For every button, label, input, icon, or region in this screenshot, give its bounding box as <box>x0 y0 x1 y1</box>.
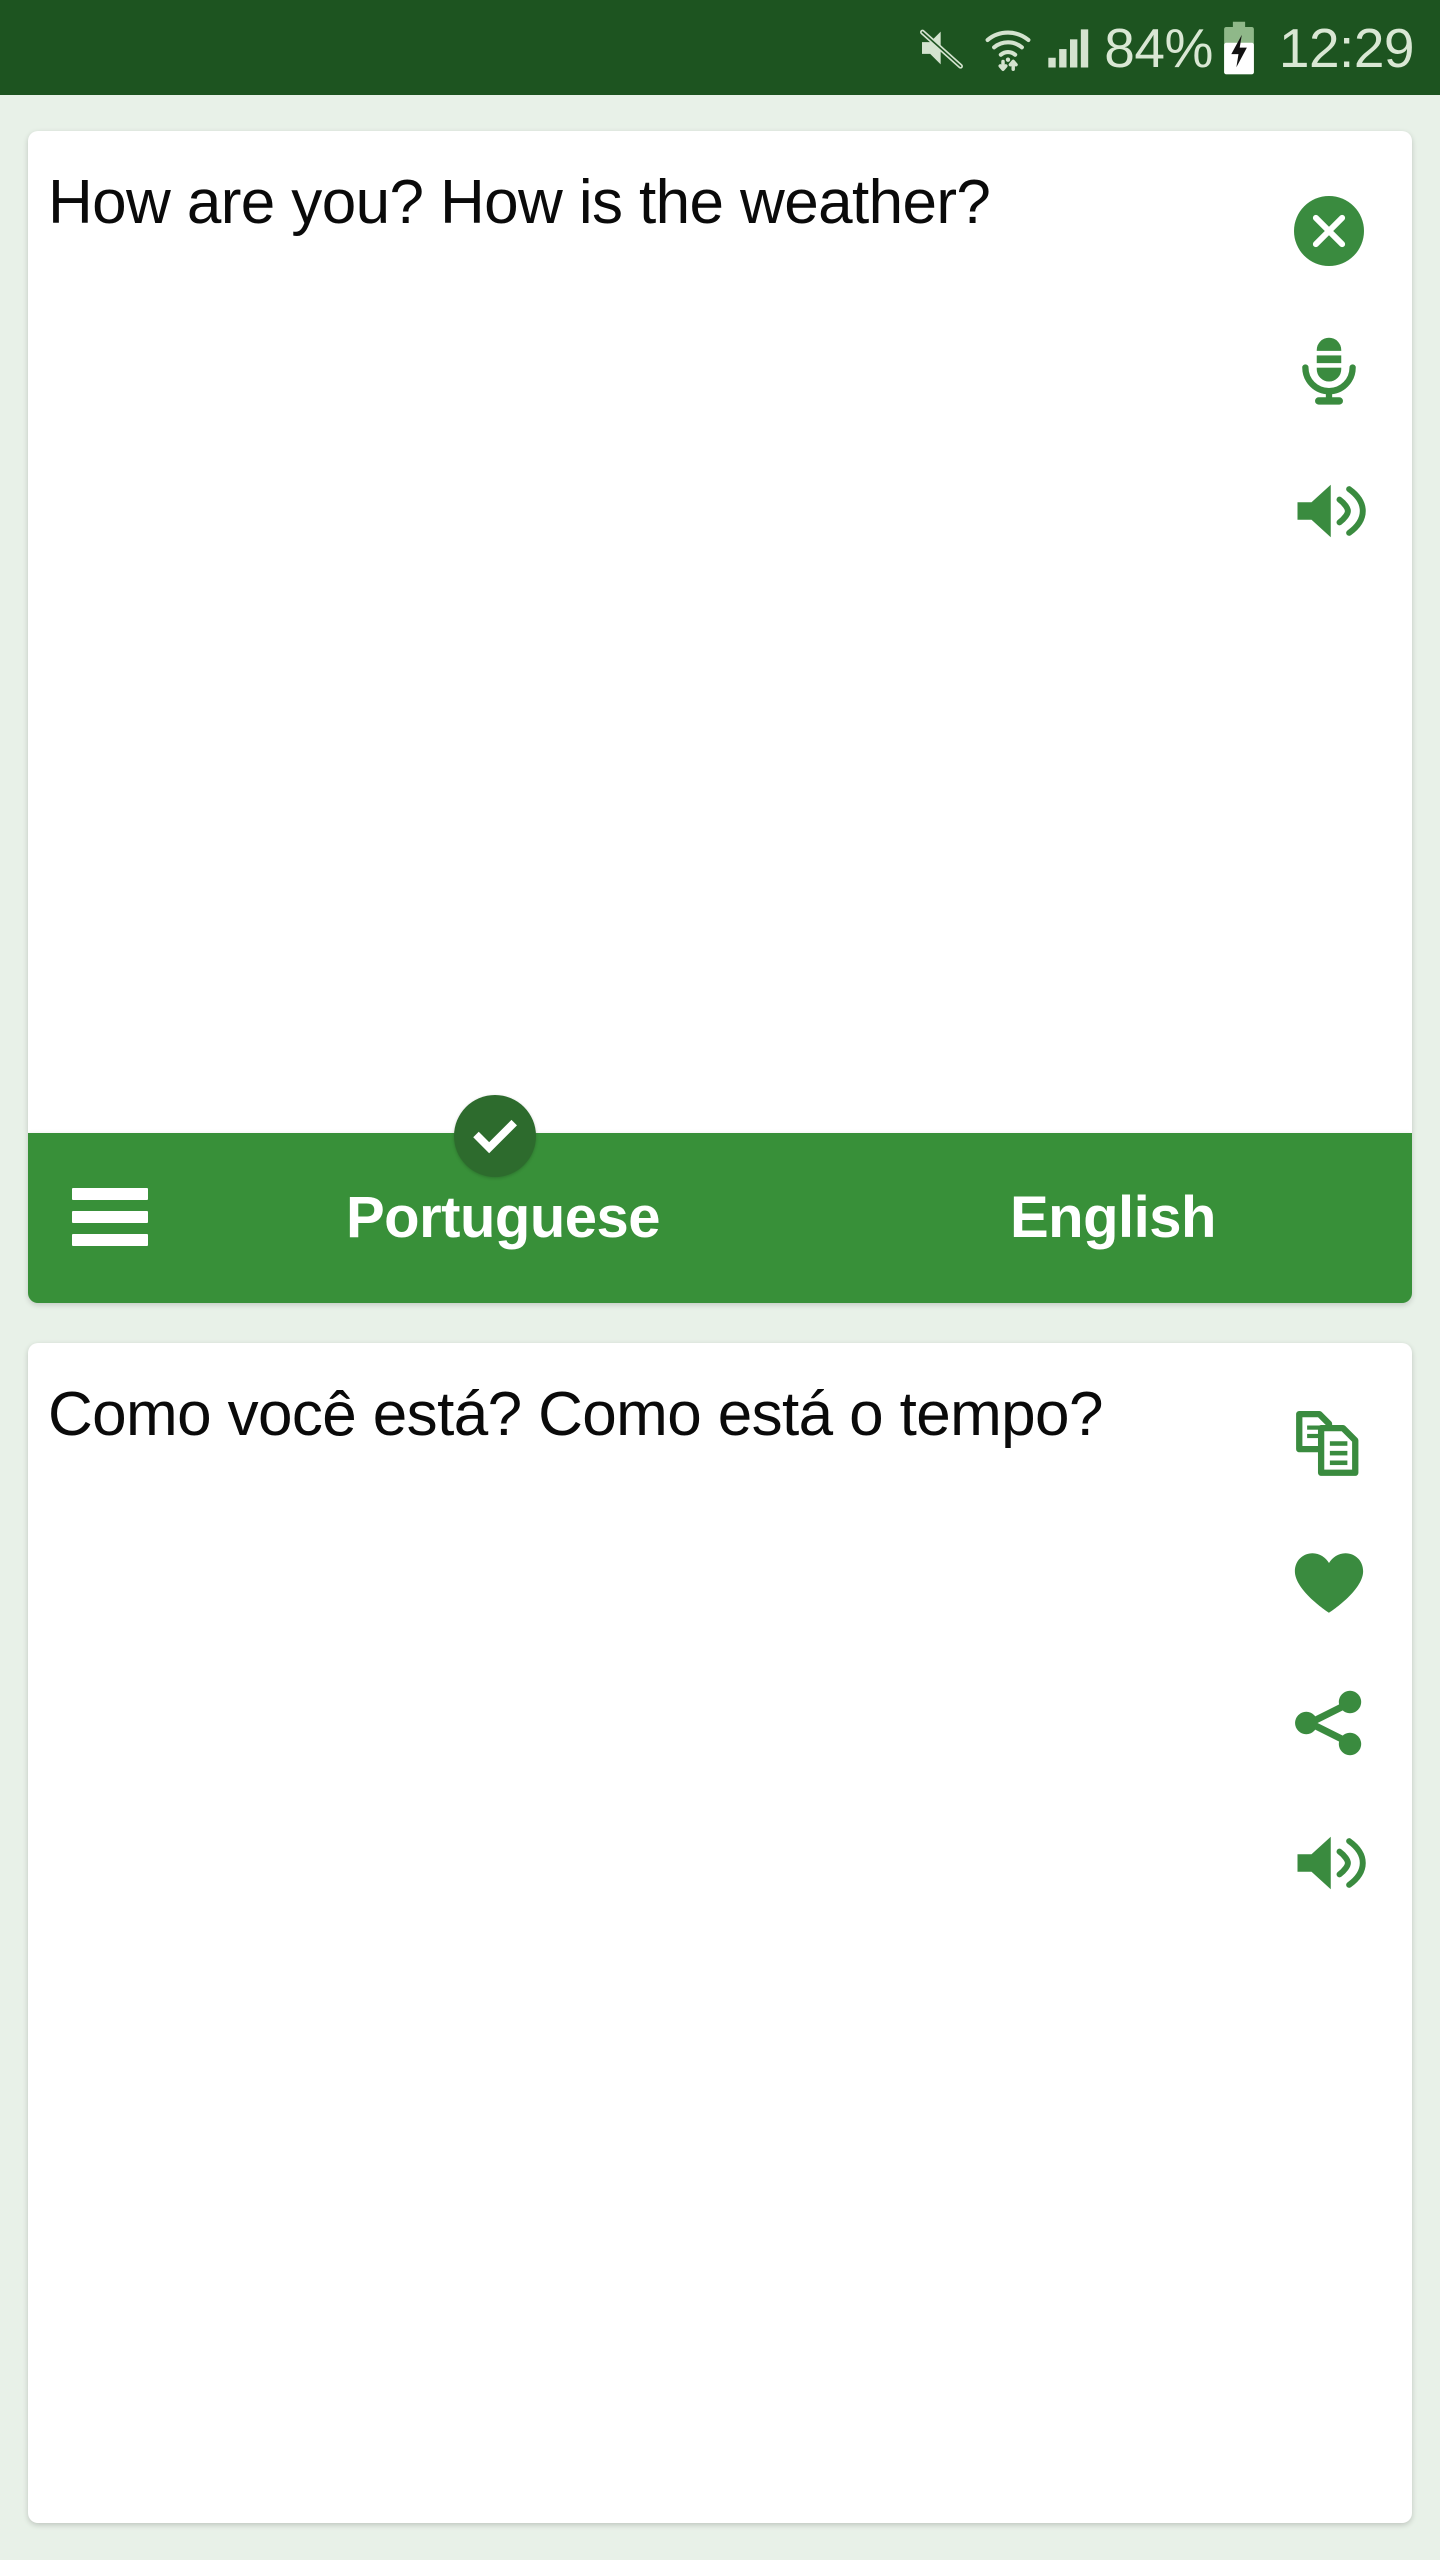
microphone-button[interactable] <box>1264 301 1394 441</box>
hamburger-menu-icon[interactable] <box>72 1183 152 1251</box>
hamburger-bar <box>72 1234 148 1246</box>
source-action-column <box>1264 161 1394 581</box>
speak-target-button[interactable] <box>1264 1793 1394 1933</box>
source-text[interactable]: How are you? How is the weather? <box>48 161 1248 245</box>
status-bar-icons: 84% 12:29 <box>912 16 1415 79</box>
mute-speaker-icon <box>912 18 974 78</box>
speak-source-button[interactable] <box>1264 441 1394 581</box>
microphone-icon <box>1287 329 1371 413</box>
source-language-button[interactable]: Portuguese <box>346 1177 661 1259</box>
hamburger-bar <box>72 1211 148 1223</box>
check-circle-icon <box>454 1095 536 1177</box>
translated-text: Como você está? Como está o tempo? <box>48 1380 1103 1449</box>
copy-icon <box>1287 1401 1371 1485</box>
translated-text-card[interactable]: Como você está? Como está o tempo? <box>28 1343 1412 2523</box>
hamburger-bar <box>72 1188 148 1200</box>
translator-app-screen: 84% 12:29 How are you? How is the weathe… <box>0 0 1440 2560</box>
share-icon <box>1287 1681 1371 1765</box>
target-action-column <box>1264 1373 1394 1933</box>
speaker-icon <box>1287 469 1371 553</box>
clear-button[interactable] <box>1264 161 1394 301</box>
speaker-icon <box>1287 1821 1371 1905</box>
battery-charging-icon <box>1215 18 1263 78</box>
favorite-button[interactable] <box>1264 1513 1394 1653</box>
source-text-card[interactable]: How are you? How is the weather? <box>28 131 1412 1133</box>
status-bar: 84% 12:29 <box>0 0 1440 95</box>
copy-button[interactable] <box>1264 1373 1394 1513</box>
cellular-signal-icon <box>1042 18 1098 78</box>
wifi-data-transfer-icon <box>980 18 1036 78</box>
share-button[interactable] <box>1264 1653 1394 1793</box>
clock-label: 12:29 <box>1278 16 1415 79</box>
battery-percent-label: 84% <box>1104 16 1213 79</box>
heart-icon <box>1287 1541 1371 1625</box>
language-selector-bar: Portuguese English <box>28 1133 1412 1303</box>
target-language-button[interactable]: English <box>1010 1177 1216 1259</box>
close-circle-icon <box>1287 189 1371 273</box>
